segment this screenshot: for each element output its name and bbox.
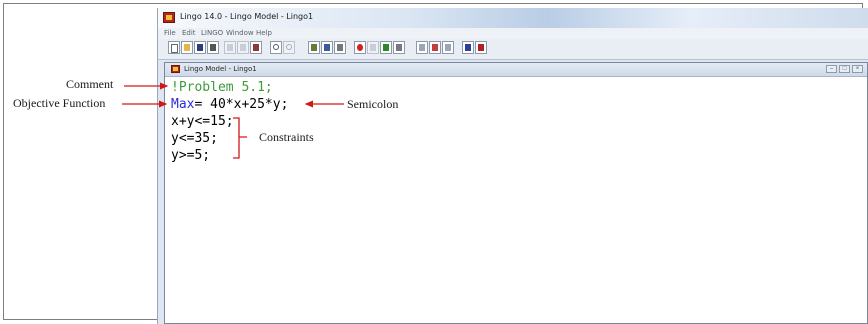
constraints-bracket [233, 117, 247, 159]
annotation-arrows [122, 82, 344, 159]
